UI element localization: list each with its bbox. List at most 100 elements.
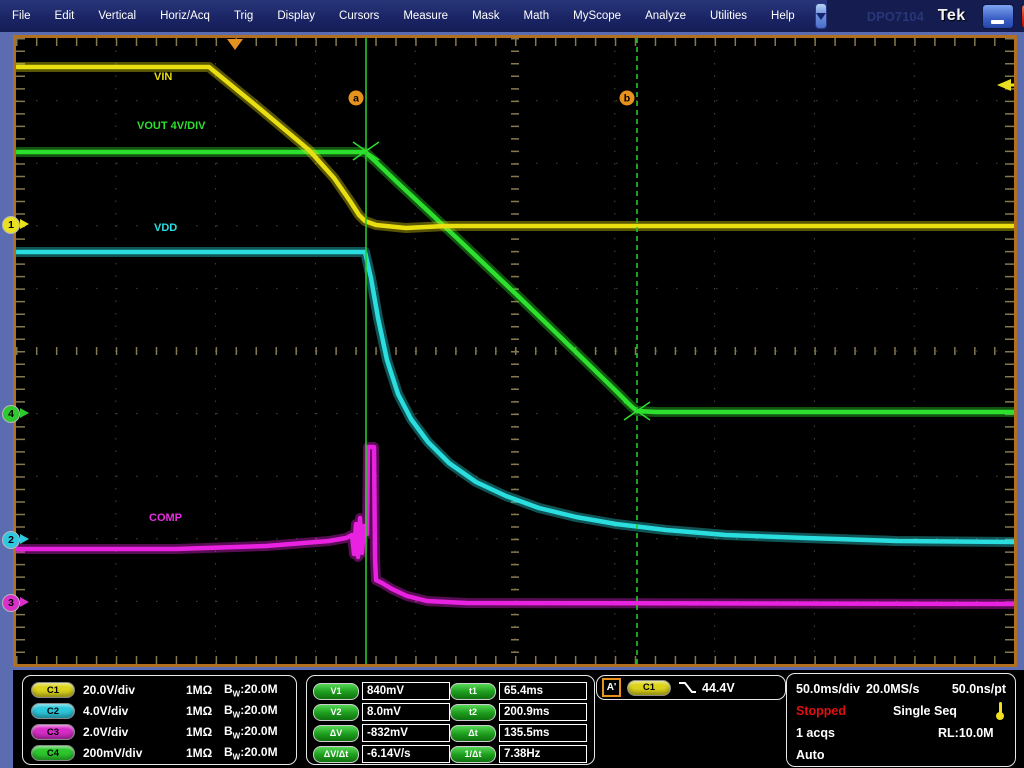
cursor-dv-badge[interactable]: ΔV	[313, 725, 359, 742]
channel-badge-c4[interactable]: C4	[31, 745, 75, 761]
trace-vout	[17, 152, 1014, 412]
channel-bandwidth: BW:20.0M	[224, 682, 278, 698]
sample-resolution: 50.0ns/pt	[952, 682, 1006, 696]
menu-analyze[interactable]: Analyze	[633, 0, 698, 32]
trigger-readout-box: A' C1 44.4V	[596, 675, 786, 700]
menu-bar: File Edit Vertical Horiz/Acq Trig Displa…	[0, 0, 1024, 32]
cursor-invdt-row: 1/Δt 7.38Hz	[450, 745, 587, 763]
menu-horiz-acq[interactable]: Horiz/Acq	[148, 0, 222, 32]
trigger-level: 44.4V	[702, 681, 735, 695]
cursor-t2-row: t2 200.9ms	[450, 703, 587, 721]
channel-impedance: 1MΩ	[186, 746, 212, 760]
channel-row-c1: C1 20.0V/div 1MΩ BW:20.0M	[31, 682, 135, 698]
cursor-t1-badge[interactable]: t1	[450, 683, 496, 700]
trace-label-comp: COMP	[149, 512, 182, 524]
cursor-v1-badge[interactable]: V1	[313, 683, 359, 700]
acq-state: Stopped	[796, 704, 846, 718]
cursor-v2-row: V2 8.0mV	[313, 703, 450, 721]
trace-label-vout: VOUT 4V/DIV	[137, 120, 205, 132]
channel-1-reference-arrow	[20, 219, 29, 229]
trace-label-vdd: VDD	[154, 222, 177, 234]
channel-4-reference-arrow	[20, 408, 29, 418]
menu-mask[interactable]: Mask	[460, 0, 511, 32]
menu-trig[interactable]: Trig	[222, 0, 265, 32]
cursor-invdt-badge[interactable]: 1/Δt	[450, 746, 496, 763]
acq-count: 1 acqs	[796, 726, 835, 740]
menu-display[interactable]: Display	[265, 0, 327, 32]
channel-2-reference-arrow	[20, 534, 29, 544]
thermometer-icon	[996, 702, 1004, 720]
acq-state-row: Stopped Single Seq	[796, 703, 1006, 719]
cursor-v2-badge[interactable]: V2	[313, 704, 359, 721]
channel-scale: 20.0V/div	[83, 683, 135, 697]
cursor-v2-value: 8.0mV	[362, 703, 450, 721]
trig-mode-row: Auto	[796, 747, 1006, 763]
menu-dropdown-button[interactable]	[815, 3, 827, 29]
menu-file[interactable]: File	[0, 0, 43, 32]
cursor-t2-badge[interactable]: t2	[450, 704, 496, 721]
channel-bandwidth: BW:20.0M	[224, 745, 278, 761]
trigger-position-marker[interactable]	[227, 39, 243, 50]
status-bar: C1 20.0V/div 1MΩ BW:20.0M C2 4.0V/div 1M…	[13, 670, 1024, 768]
cursor-b-label-text: b	[624, 93, 630, 105]
cursor-v1-row: V1 840mV	[313, 682, 450, 700]
channel-impedance: 1MΩ	[186, 725, 212, 739]
channel-4-reference-marker[interactable]: 4	[2, 405, 20, 423]
menu-measure[interactable]: Measure	[391, 0, 460, 32]
trigger-level-arrow[interactable]	[997, 79, 1011, 91]
cursor-dt-row: Δt 135.5ms	[450, 724, 587, 742]
channel-2-reference-marker[interactable]: 2	[2, 531, 20, 549]
cursor-t1-value: 65.4ms	[499, 682, 587, 700]
menu-edit[interactable]: Edit	[43, 0, 87, 32]
channel-badge-c3[interactable]: C3	[31, 724, 75, 740]
channel-badge-c2[interactable]: C2	[31, 703, 75, 719]
channel-3-reference-arrow	[20, 597, 29, 607]
trigger-badge: A'	[602, 678, 621, 697]
cursor-invdt-value: 7.38Hz	[499, 745, 587, 763]
channel-impedance: 1MΩ	[186, 704, 212, 718]
menu-vertical[interactable]: Vertical	[86, 0, 148, 32]
menu-cursors[interactable]: Cursors	[327, 0, 391, 32]
channel-bandwidth: BW:20.0M	[224, 724, 278, 740]
menu-math[interactable]: Math	[512, 0, 562, 32]
trace-label-vin: VIN	[154, 71, 172, 83]
trace-vout	[17, 152, 1014, 412]
falling-edge-icon	[676, 680, 698, 696]
menu-myscope[interactable]: MyScope	[561, 0, 633, 32]
record-length: RL:10.0M	[938, 726, 994, 740]
channel-bandwidth: BW:20.0M	[224, 703, 278, 719]
channel-settings-box: C1 20.0V/div 1MΩ BW:20.0M C2 4.0V/div 1M…	[22, 675, 297, 765]
cursor-t1-row: t1 65.4ms	[450, 682, 587, 700]
cursor-dvdt-value: -6.14V/s	[362, 745, 450, 763]
minimize-icon	[991, 20, 1004, 24]
cursor-dv-row: ΔV -832mV	[313, 724, 450, 742]
titlebar-right: DPO7104 Tek ✕	[827, 0, 1024, 32]
channel-1-reference-marker[interactable]: 1	[2, 216, 20, 234]
menu-utilities[interactable]: Utilities	[698, 0, 759, 32]
cursor-dt-value: 135.5ms	[499, 724, 587, 742]
sample-rate: 20.0MS/s	[866, 682, 920, 696]
cursor-dvdt-row: ΔV/Δt -6.14V/s	[313, 745, 450, 763]
channel-scale: 4.0V/div	[83, 704, 128, 718]
channel-impedance: 1MΩ	[186, 683, 212, 697]
cursor-readout-box: V1 840mV V2 8.0mV ΔV -832mV ΔV/Δt -6.14V…	[306, 675, 595, 765]
tek-logo: Tek	[938, 7, 966, 25]
horizontal-acq-box: 50.0ms/div 20.0MS/s 50.0ns/pt Stopped Si…	[786, 673, 1016, 767]
channel-scale: 2.0V/div	[83, 725, 128, 739]
model-label: DPO7104	[867, 9, 924, 24]
menu-help[interactable]: Help	[759, 0, 807, 32]
minimize-button[interactable]	[982, 4, 1014, 29]
trigger-source-badge[interactable]: C1	[627, 680, 671, 696]
cursor-dt-badge[interactable]: Δt	[450, 725, 496, 742]
channel-scale: 200mV/div	[83, 746, 142, 760]
oscilloscope-app: { "menu": { "items": ["File","Edit","Ver…	[0, 0, 1024, 768]
waveform-display: a b VIN VOUT 4V/DIV VDD COMP	[13, 35, 1017, 667]
cursor-dvdt-badge[interactable]: ΔV/Δt	[313, 746, 359, 763]
acq-count-row: 1 acqs RL:10.0M	[796, 725, 1006, 741]
cursor-t2-value: 200.9ms	[499, 703, 587, 721]
cursor-a-label-text: a	[353, 93, 359, 105]
channel-3-reference-marker[interactable]: 3	[2, 594, 20, 612]
chevron-down-icon	[816, 13, 826, 20]
channel-badge-c1[interactable]: C1	[31, 682, 75, 698]
trigger-mode: Auto	[796, 748, 824, 762]
